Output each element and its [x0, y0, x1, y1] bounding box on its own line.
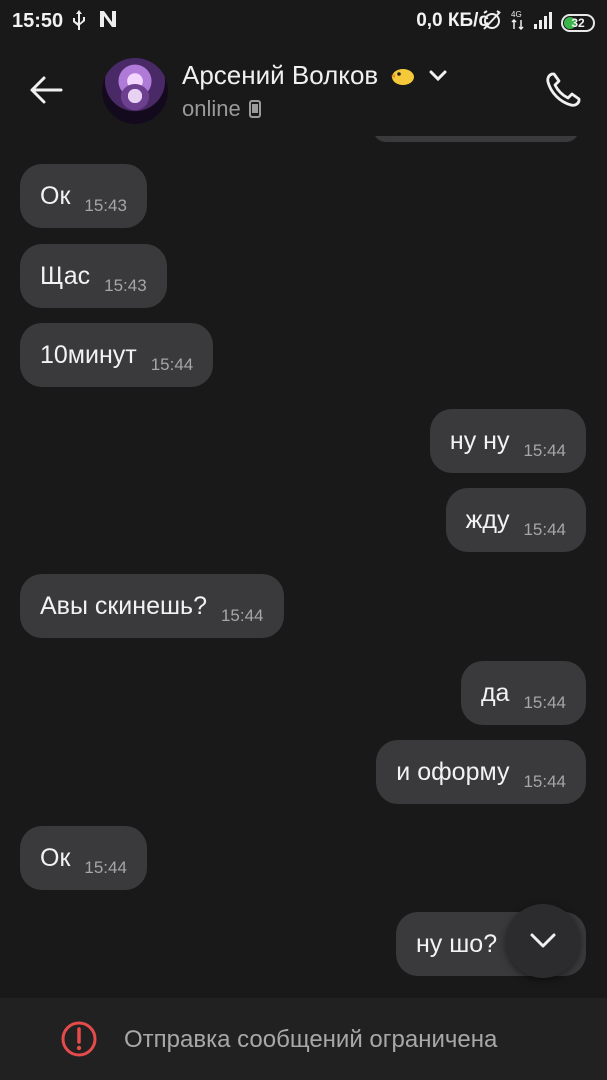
contact-status: online: [182, 96, 261, 122]
scroll-to-bottom-button[interactable]: [506, 904, 580, 978]
battery-icon: 32: [561, 13, 595, 32]
chat-header: Арсений Волков online: [0, 44, 607, 136]
message-bubble-incoming[interactable]: Авы скинешь? 15:44: [20, 574, 284, 638]
message-bubble-incoming[interactable]: 10минут 15:44: [20, 323, 214, 387]
n-notification-icon: [98, 9, 118, 36]
usb-icon: [70, 9, 88, 36]
message-bubble-incoming[interactable]: Ок 15:43: [20, 164, 147, 228]
avatar[interactable]: [102, 58, 168, 124]
back-button[interactable]: [20, 66, 72, 114]
phone-icon: [546, 72, 581, 107]
message-bubble-outgoing[interactable]: да 15:44: [460, 661, 586, 725]
contact-name[interactable]: Арсений Волков: [182, 60, 447, 91]
status-bar: 15:50 0,0 КБ/с 4G 32: [0, 0, 607, 44]
warning-circle-icon: [61, 1021, 97, 1057]
message-bubble-partial: [373, 136, 579, 142]
chevron-down-icon: [530, 933, 556, 948]
signal-icon: [533, 10, 553, 35]
svg-text:4G: 4G: [511, 10, 522, 19]
alarm-off-icon: [481, 9, 503, 36]
network-speed: 0,0 КБ/с: [416, 10, 489, 31]
message-bubble-incoming[interactable]: Щас 15:43: [20, 244, 167, 308]
4g-icon: 4G: [511, 9, 525, 36]
call-button[interactable]: [541, 66, 585, 114]
restriction-text: Отправка сообщений ограничена: [124, 1026, 498, 1053]
message-list[interactable]: Ок 15:43 Щас 15:43 10минут 15:44 ну ну 1…: [0, 136, 607, 998]
message-bubble-outgoing[interactable]: ну ну 15:44: [429, 409, 586, 473]
chat-screen: 15:50 0,0 КБ/с 4G 32 Арсений Волков onli…: [0, 0, 607, 1080]
message-bubble-outgoing[interactable]: жду 15:44: [445, 488, 586, 552]
device-icon: [248, 100, 261, 118]
status-time: 15:50: [12, 10, 64, 32]
message-bubble-incoming[interactable]: Ок 15:44: [20, 826, 147, 890]
back-arrow-icon: [30, 76, 63, 104]
restriction-bar: Отправка сообщений ограничена: [0, 998, 607, 1080]
chevron-down-icon[interactable]: [429, 70, 447, 82]
chick-emoji-icon: [391, 69, 415, 85]
message-bubble-outgoing[interactable]: и оформу 15:44: [376, 740, 586, 804]
